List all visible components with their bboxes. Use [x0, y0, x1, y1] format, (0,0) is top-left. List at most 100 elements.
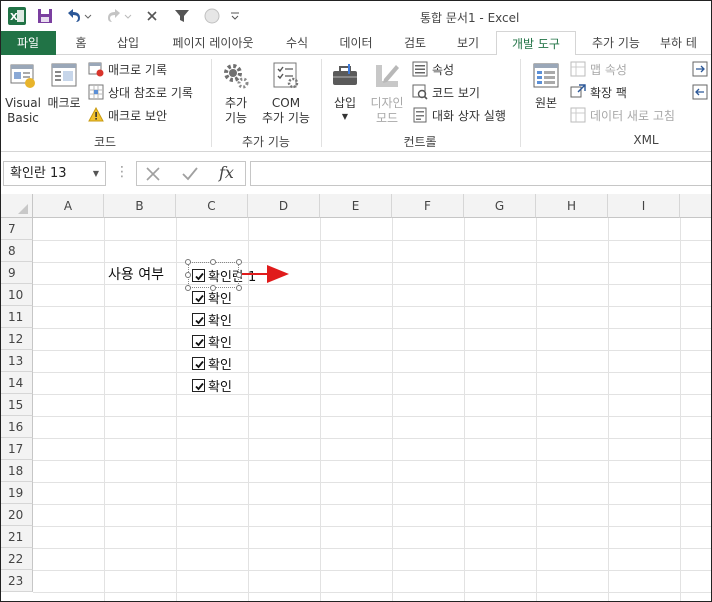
- checkbox-control[interactable]: 확인: [192, 353, 232, 373]
- visual-basic-button[interactable]: Visual Basic: [4, 61, 42, 126]
- view-code-button[interactable]: 코드 보기: [412, 82, 480, 102]
- row-header-21[interactable]: 21: [0, 526, 33, 548]
- group-separator: [520, 59, 521, 147]
- run-dialog-button[interactable]: 대화 상자 실행: [412, 105, 506, 125]
- circle-icon[interactable]: [204, 7, 220, 25]
- gridline: [608, 218, 609, 602]
- customize-qat-icon[interactable]: [230, 7, 240, 25]
- column-header-b[interactable]: B: [104, 194, 176, 218]
- checkbox-checked-icon[interactable]: [192, 312, 205, 326]
- xml-source-icon: [528, 61, 564, 93]
- more-options-icon[interactable]: ⋮: [115, 164, 129, 180]
- design-mode-button[interactable]: 디자인 모드: [366, 61, 408, 126]
- tab-insert[interactable]: 삽입: [106, 31, 150, 55]
- export-button[interactable]: [692, 82, 712, 102]
- properties-icon: [412, 61, 428, 77]
- tab-formulas[interactable]: 수식: [276, 31, 318, 55]
- checkbox-label: 확인: [208, 379, 232, 395]
- tab-view[interactable]: 보기: [446, 31, 490, 55]
- formula-input[interactable]: [250, 161, 712, 186]
- row-header-20[interactable]: 20: [0, 504, 33, 526]
- checkbox-control[interactable]: 확인: [192, 331, 232, 351]
- row-header-18[interactable]: 18: [0, 460, 33, 482]
- column-header-a[interactable]: A: [33, 194, 104, 218]
- import-button[interactable]: [692, 59, 712, 79]
- cell-b9[interactable]: 사용 여부: [108, 264, 164, 284]
- column-header-j[interactable]: [680, 194, 712, 218]
- row-header-23[interactable]: 23: [0, 570, 33, 592]
- insert-function-button[interactable]: fx: [219, 163, 234, 182]
- row-header-16[interactable]: 16: [0, 416, 33, 438]
- column-header-g[interactable]: G: [464, 194, 536, 218]
- macro-security-button[interactable]: 매크로 보안: [88, 105, 167, 125]
- checkbox-checked-icon[interactable]: [192, 356, 205, 370]
- row-header-9[interactable]: 9: [0, 262, 33, 284]
- gridline: [33, 504, 712, 505]
- resize-handle[interactable]: [210, 259, 216, 265]
- row-header-22[interactable]: 22: [0, 548, 33, 570]
- expansion-packs-button[interactable]: 확장 팩: [570, 82, 627, 102]
- row-header-17[interactable]: 17: [0, 438, 33, 460]
- enter-check-icon[interactable]: [181, 166, 199, 185]
- column-header-e[interactable]: E: [320, 194, 392, 218]
- tab-developer[interactable]: 개발 도구: [496, 31, 576, 56]
- row-header-7[interactable]: 7: [0, 218, 33, 240]
- close-x-icon[interactable]: [145, 7, 159, 25]
- row-header-10[interactable]: 10: [0, 284, 33, 306]
- tab-addins[interactable]: 추가 기능: [582, 31, 650, 55]
- checkbox-checked-icon[interactable]: [192, 334, 205, 348]
- undo-button[interactable]: [64, 7, 92, 25]
- column-header-c[interactable]: C: [176, 194, 248, 218]
- map-properties-button[interactable]: 맵 속성: [570, 59, 627, 79]
- tab-data[interactable]: 데이터: [328, 31, 384, 55]
- column-header-f[interactable]: F: [392, 194, 464, 218]
- select-all-button[interactable]: [0, 194, 33, 218]
- design-mode-label-2: 모드: [375, 111, 399, 125]
- row-header-12[interactable]: 12: [0, 328, 33, 350]
- save-icon[interactable]: [37, 7, 53, 25]
- properties-button[interactable]: 속성: [412, 59, 454, 79]
- resize-handle[interactable]: [210, 285, 216, 291]
- xml-source-button[interactable]: 원본: [528, 61, 564, 111]
- addins-button[interactable]: 추가 기능: [218, 61, 254, 126]
- row-header-19[interactable]: 19: [0, 482, 33, 504]
- resize-handle[interactable]: [236, 285, 242, 291]
- refresh-data-button[interactable]: 데이터 새로 고침: [570, 105, 675, 125]
- cancel-icon[interactable]: [145, 166, 161, 185]
- warning-icon: [88, 106, 104, 123]
- checkbox-control[interactable]: 확인: [192, 375, 232, 395]
- insert-control-button[interactable]: 삽입 ▼: [328, 61, 362, 123]
- resize-handle[interactable]: [185, 259, 191, 265]
- resize-handle[interactable]: [185, 285, 191, 291]
- tab-file[interactable]: 파일: [0, 31, 56, 55]
- checkbox-checked-icon[interactable]: [192, 290, 205, 304]
- column-header-i[interactable]: I: [608, 194, 680, 218]
- record-macro-button[interactable]: 매크로 기록: [88, 59, 167, 79]
- tab-review[interactable]: 검토: [394, 31, 436, 55]
- column-header-h[interactable]: H: [536, 194, 608, 218]
- column-header-d[interactable]: D: [248, 194, 320, 218]
- excel-logo-icon: X: [8, 7, 26, 25]
- redo-button[interactable]: [104, 7, 132, 25]
- filter-icon[interactable]: [174, 7, 190, 25]
- resize-handle[interactable]: [185, 272, 191, 278]
- checkbox-control[interactable]: 확인: [192, 309, 232, 329]
- addins-group-label: 추가 기능: [242, 135, 290, 149]
- row-header-13[interactable]: 13: [0, 350, 33, 372]
- row-header-11[interactable]: 11: [0, 306, 33, 328]
- tab-home[interactable]: 홈: [64, 31, 98, 55]
- com-addins-button[interactable]: COM 추가 기능: [258, 61, 314, 126]
- checkbox-checked-icon[interactable]: [192, 378, 205, 392]
- row-header-8[interactable]: 8: [0, 240, 33, 262]
- row-header-14[interactable]: 14: [0, 372, 33, 394]
- relative-refs-button[interactable]: 상대 참조로 기록: [88, 82, 193, 102]
- chevron-down-icon[interactable]: ▼: [93, 162, 99, 185]
- export-icon: [692, 84, 708, 100]
- tab-page-layout[interactable]: 페이지 레이아웃: [160, 31, 266, 55]
- worksheet-grid[interactable]: A B C D E F G H I 7 8 9 10 11 12 13 14 1…: [0, 194, 712, 602]
- macros-button[interactable]: 매크로: [44, 61, 84, 111]
- name-box[interactable]: 확인란 13 ▼: [3, 161, 106, 186]
- tab-load-test[interactable]: 부하 테: [660, 31, 712, 55]
- insert-control-label: 삽입: [333, 96, 357, 110]
- row-header-15[interactable]: 15: [0, 394, 33, 416]
